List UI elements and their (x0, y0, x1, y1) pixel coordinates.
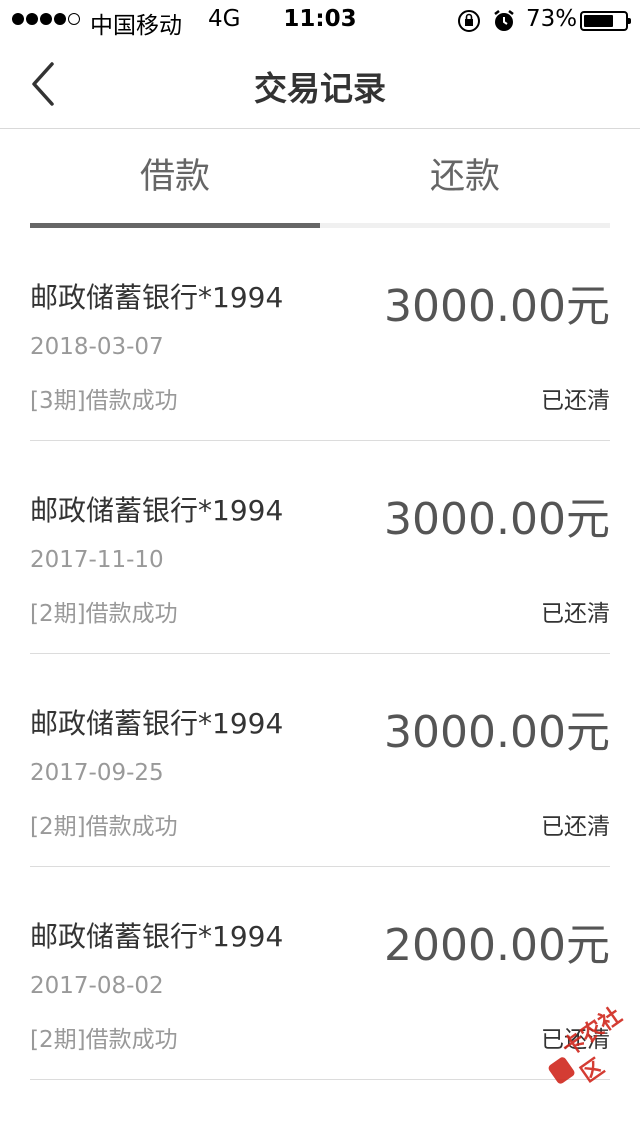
transaction-date: 2017-09-25 (30, 760, 164, 786)
transaction-date: 2018-03-07 (30, 334, 164, 360)
transaction-item[interactable]: 邮政储蓄银行*1994 2017-08-02 [2期]借款成功 2000.00元… (30, 867, 610, 1080)
transaction-desc: [2期]借款成功 (30, 601, 178, 627)
battery-icon (580, 11, 631, 31)
transaction-status: 已还清 (541, 814, 610, 840)
page-title: 交易记录 (254, 69, 386, 108)
transaction-desc: [3期]借款成功 (30, 388, 178, 414)
transaction-amount: 3000.00元 (384, 707, 610, 758)
status-bar: 中国移动 4G 11:03 73% (0, 0, 640, 40)
transaction-item[interactable]: 邮政储蓄银行*1994 2017-09-25 [2期]借款成功 3000.00元… (30, 654, 610, 867)
alarm-icon (492, 9, 516, 37)
transaction-date: 2017-08-02 (30, 973, 164, 999)
transaction-amount: 3000.00元 (384, 494, 610, 545)
transaction-status: 已还清 (541, 601, 610, 627)
transaction-desc: [2期]借款成功 (30, 1027, 178, 1053)
transaction-item[interactable]: 邮政储蓄银行*1994 2017-11-10 [2期]借款成功 3000.00元… (30, 441, 610, 654)
tab-bar: 借款 还款 (30, 129, 610, 228)
bank-account: 邮政储蓄银行*1994 (30, 494, 284, 527)
bank-account: 邮政储蓄银行*1994 (30, 707, 284, 740)
orientation-lock-icon (457, 9, 481, 37)
transaction-status: 已还清 (541, 388, 610, 414)
tab-repay[interactable]: 还款 (320, 129, 610, 224)
transaction-amount: 2000.00元 (384, 920, 610, 971)
bank-account: 邮政储蓄银行*1994 (30, 281, 284, 314)
transaction-list: 邮政储蓄银行*1994 2018-03-07 [3期]借款成功 3000.00元… (30, 228, 610, 1080)
transaction-amount: 3000.00元 (384, 281, 610, 332)
nav-bar: 交易记录 (0, 40, 640, 129)
battery-percent: 73% (526, 6, 578, 32)
transaction-item[interactable]: 邮政储蓄银行*1994 2018-03-07 [3期]借款成功 3000.00元… (30, 228, 610, 441)
transaction-desc: [2期]借款成功 (30, 814, 178, 840)
bank-account: 邮政储蓄银行*1994 (30, 920, 284, 953)
transaction-date: 2017-11-10 (30, 547, 164, 573)
tab-borrow[interactable]: 借款 (30, 129, 320, 224)
